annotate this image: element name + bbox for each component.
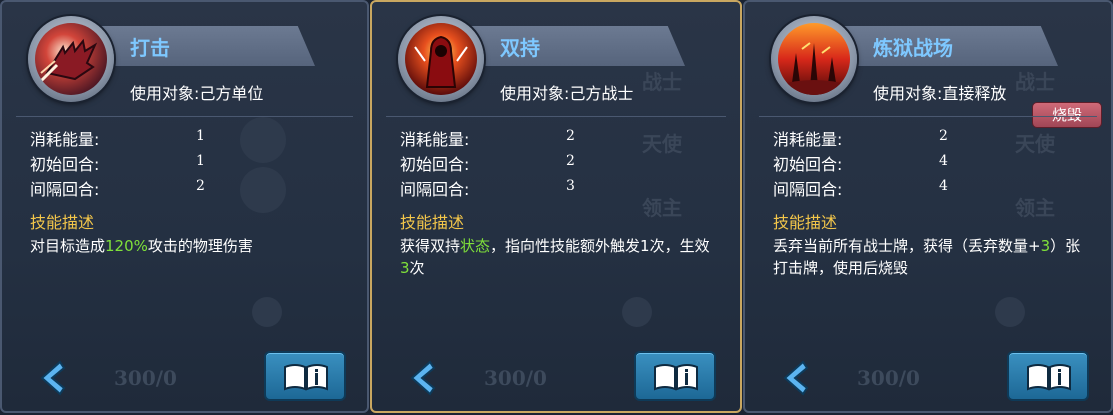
back-arrow-icon — [40, 360, 66, 396]
bg-portrait — [240, 167, 286, 213]
initial-turn-value: 1 — [196, 153, 205, 169]
initial-turn-value: 2 — [566, 153, 575, 169]
divider — [759, 116, 1097, 117]
bg-text: 领主 — [642, 196, 682, 220]
bg-text: 天使 — [642, 132, 682, 156]
energy-cost-label: 消耗能量: — [30, 130, 100, 149]
interval-turn-label: 间隔回合: — [773, 180, 843, 199]
back-button[interactable] — [402, 354, 442, 402]
inferno-battlefield-icon — [778, 23, 850, 95]
skill-description: 对目标造成120%攻击的物理伤害 — [30, 237, 253, 255]
desc-heading: 技能描述 — [400, 213, 465, 232]
book-button[interactable] — [1007, 351, 1089, 401]
book-icon — [284, 364, 328, 391]
book-button[interactable] — [264, 351, 346, 401]
back-arrow-icon — [783, 360, 809, 396]
divider — [386, 116, 726, 117]
energy-cost-value: 2 — [566, 128, 575, 144]
skill-target: 使用对象:直接释放 — [873, 84, 1007, 103]
energy-cost-value: 1 — [196, 128, 205, 144]
bg-text: 天使 — [1015, 132, 1055, 156]
skill-card-strike[interactable]: 打击 使用对象:己方单位 消耗能量: 1 初始回合: 1 间隔回合: 2 技能描… — [0, 0, 369, 413]
interval-turn-value: 4 — [939, 178, 948, 194]
skill-card-inferno-battlefield[interactable]: 战士 天使 领主 炼狱战场 使用对象:直接释放 烧毁 消耗能量: 2 初始回合:… — [743, 0, 1113, 413]
skill-icon-frame — [771, 16, 857, 102]
skill-icon-frame — [28, 16, 114, 102]
bg-portrait — [995, 297, 1025, 327]
fist-icon — [35, 23, 107, 95]
desc-heading: 技能描述 — [30, 213, 95, 232]
bg-stat-number: 300/0 — [857, 366, 920, 390]
interval-turn-label: 间隔回合: — [30, 180, 100, 199]
dual-wield-icon — [405, 23, 477, 95]
bg-text: 领主 — [1015, 196, 1055, 220]
book-icon — [1027, 364, 1071, 391]
back-button[interactable] — [32, 354, 72, 402]
bg-stat-number: 300/0 — [484, 366, 547, 390]
book-button[interactable] — [634, 351, 716, 401]
skill-target: 使用对象:己方单位 — [130, 84, 264, 103]
bg-stat-number: 300/0 — [114, 366, 177, 390]
bg-portrait — [240, 117, 286, 163]
skill-description: 丢弃当前所有战士牌，获得（丢弃数量+3）张打击牌，使用后烧毁 — [773, 237, 1081, 277]
burn-badge: 烧毁 — [1032, 102, 1102, 128]
skill-title: 打击 — [130, 36, 170, 60]
back-arrow-icon — [410, 360, 436, 396]
bg-portrait — [622, 297, 652, 327]
initial-turn-label: 初始回合: — [773, 155, 843, 174]
initial-turn-label: 初始回合: — [400, 155, 470, 174]
back-button[interactable] — [775, 354, 815, 402]
initial-turn-value: 4 — [939, 153, 948, 169]
bg-text: 战士 — [642, 70, 682, 94]
skill-title: 双持 — [500, 36, 540, 60]
interval-turn-label: 间隔回合: — [400, 180, 470, 199]
skill-icon-frame — [398, 16, 484, 102]
skill-card-dual-wield[interactable]: 战士 天使 领主 双持 使用对象:己方战士 消耗能量: 2 初始回合: 2 间隔… — [370, 0, 742, 413]
skill-description: 获得双持状态，指向性技能额外触发1次，生效3次 — [400, 237, 710, 277]
divider — [16, 116, 353, 117]
skill-title: 炼狱战场 — [873, 36, 953, 60]
interval-turn-value: 3 — [566, 178, 575, 194]
book-icon — [654, 364, 698, 391]
bg-portrait — [252, 297, 282, 327]
desc-heading: 技能描述 — [773, 213, 838, 232]
bg-text: 战士 — [1015, 70, 1055, 94]
energy-cost-label: 消耗能量: — [400, 130, 470, 149]
interval-turn-value: 2 — [196, 178, 205, 194]
energy-cost-value: 2 — [939, 128, 948, 144]
skill-target: 使用对象:己方战士 — [500, 84, 634, 103]
energy-cost-label: 消耗能量: — [773, 130, 843, 149]
initial-turn-label: 初始回合: — [30, 155, 100, 174]
